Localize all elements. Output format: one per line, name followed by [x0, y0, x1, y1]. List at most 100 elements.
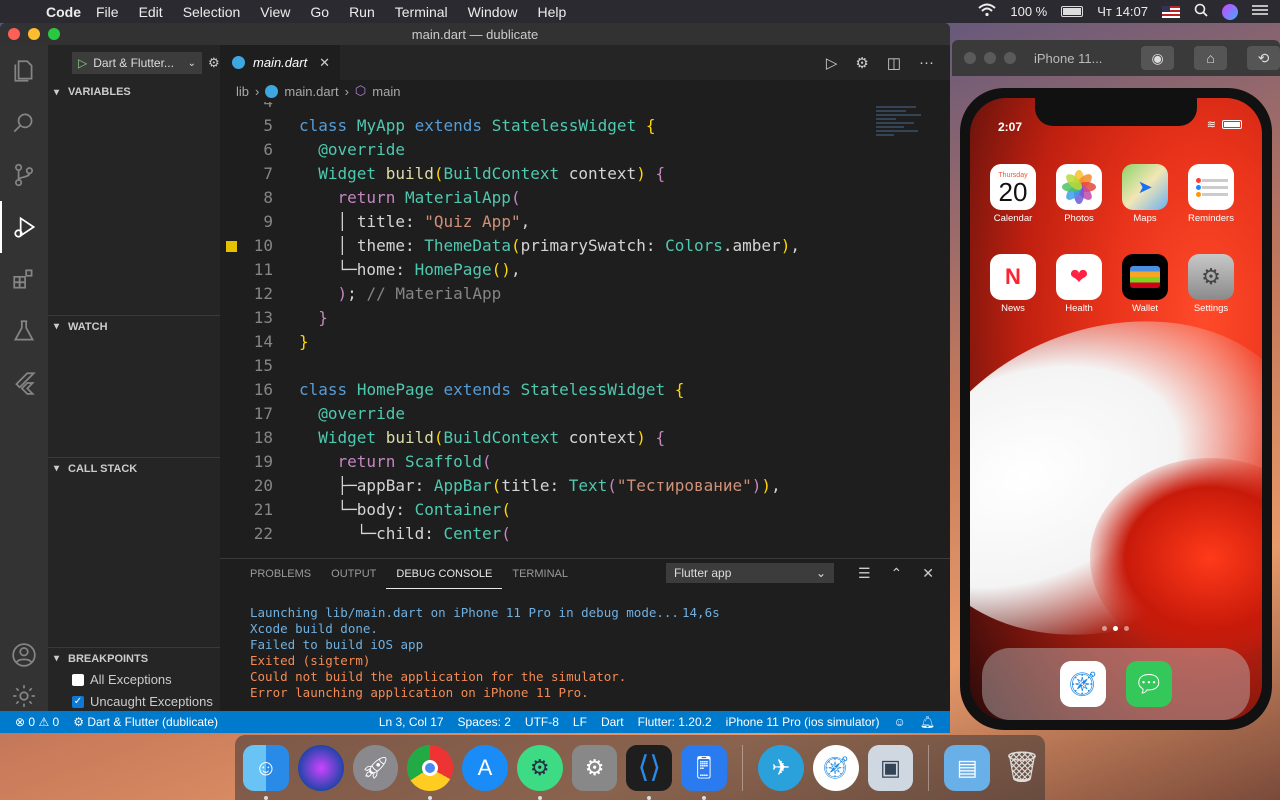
trash-icon[interactable]: 🗑︎ — [999, 745, 1045, 791]
checkbox-all-exceptions[interactable] — [72, 673, 84, 686]
app-reminders[interactable]: Reminders — [1188, 164, 1234, 224]
code-line[interactable]: 22 └─child: Center( — [220, 522, 870, 546]
feedback-icon[interactable]: ☺ — [887, 715, 913, 729]
code-line[interactable]: 6 @override — [220, 138, 870, 162]
app-store-icon[interactable]: A — [462, 744, 508, 791]
menu-help[interactable]: Help — [527, 4, 576, 20]
debug-config-select[interactable]: ▷ Dart & Flutter... ⌄ — [72, 52, 202, 74]
menu-terminal[interactable]: Terminal — [385, 4, 458, 20]
problems-status[interactable]: ⊗ 0 ⚠ 0 — [8, 715, 66, 729]
siri-icon[interactable] — [297, 744, 344, 791]
console-source-select[interactable]: Flutter app ⌄ — [666, 563, 834, 583]
code-line[interactable]: 20 ├─appBar: AppBar(title: Text("Тестиро… — [220, 474, 870, 498]
variables-section-header[interactable]: ▾ VARIABLES — [48, 81, 220, 103]
safari-compass-icon[interactable]: 🧭︎ — [1060, 661, 1106, 707]
indentation[interactable]: Spaces: 2 — [451, 715, 518, 729]
close-tab-icon[interactable]: ✕ — [319, 55, 330, 71]
notifications-bell-icon[interactable]: 🔔︎ — [913, 715, 942, 729]
breakpoint-uncaught-exceptions[interactable]: ✓ Uncaught Exceptions — [72, 694, 213, 709]
downloads-folder-icon[interactable]: ▤ — [944, 744, 991, 791]
breakpoint-marker[interactable] — [226, 241, 237, 252]
code-line[interactable]: 9 │ title: "Quiz App", — [220, 210, 870, 234]
code-line[interactable]: 15 — [220, 354, 870, 378]
vscode-icon[interactable]: ⟨⟩ — [626, 744, 673, 800]
panel-tab-output[interactable]: OUTPUT — [321, 559, 386, 589]
iphone-home-screen[interactable]: 2:07 ≋ Thursday 20 Calendar Photos ➤ Map… — [970, 98, 1262, 720]
checkbox-uncaught-exceptions[interactable]: ✓ — [72, 695, 84, 708]
run-file-icon[interactable]: ▷ — [826, 54, 838, 72]
call-stack-section-header[interactable]: ▾ CALL STACK — [48, 457, 220, 479]
messages-bubble-icon[interactable]: 💬︎ — [1126, 661, 1172, 707]
accounts-icon[interactable] — [0, 629, 48, 681]
app-health[interactable]: ❤ Health — [1056, 254, 1102, 314]
spotlight-search-icon[interactable] — [1194, 3, 1208, 20]
panel-tab-debug-console[interactable]: DEBUG CONSOLE — [386, 559, 503, 589]
page-indicator[interactable] — [1102, 626, 1129, 631]
start-debugging-icon[interactable]: ▷ — [78, 56, 87, 70]
sim-zoom-button[interactable] — [1004, 52, 1016, 64]
device-selector[interactable]: iPhone 11 Pro (ios simulator) — [719, 715, 887, 729]
search-icon[interactable] — [0, 97, 48, 149]
home-icon[interactable]: ⌂ — [1194, 46, 1228, 70]
code-line[interactable]: 4 — [220, 102, 870, 114]
code-line[interactable]: 21 └─body: Container( — [220, 498, 870, 522]
code-editor[interactable]: 4 5 class MyApp extends StatelessWidget {6… — [220, 102, 950, 558]
run-debug-icon[interactable] — [0, 201, 48, 253]
app-maps[interactable]: ➤ Maps — [1122, 164, 1168, 224]
code-line[interactable]: 14} — [220, 330, 870, 354]
cursor-position[interactable]: Ln 3, Col 17 — [372, 715, 451, 729]
control-center-icon[interactable] — [1252, 4, 1268, 19]
finder-icon[interactable]: ☺ — [243, 744, 289, 800]
app-news[interactable]: N News — [990, 254, 1036, 314]
code-line[interactable]: 19 return Scaffold( — [220, 450, 870, 474]
watch-section-header[interactable]: ▾ WATCH — [48, 315, 220, 337]
battery-icon[interactable] — [1061, 6, 1084, 17]
rotate-icon[interactable]: ⟲ — [1247, 46, 1280, 70]
more-actions-icon[interactable]: ··· — [919, 54, 934, 72]
debug-file-icon[interactable]: ⚙ — [855, 54, 868, 72]
code-line[interactable]: 10 │ theme: ThemeData(primarySwatch: Col… — [220, 234, 870, 258]
code-line[interactable]: 5 class MyApp extends StatelessWidget { — [220, 114, 870, 138]
close-panel-icon[interactable]: ✕ — [922, 565, 934, 582]
launchpad-rocket-icon[interactable]: 🚀︎ — [352, 744, 399, 791]
clear-console-icon[interactable]: ☰ — [858, 565, 871, 582]
code-line[interactable]: 11 └─home: HomePage(), — [220, 258, 870, 282]
battery-percent[interactable]: 100 % — [1010, 4, 1047, 19]
menu-view[interactable]: View — [250, 4, 300, 20]
zoom-window-button[interactable] — [48, 28, 60, 40]
settings-gear-icon[interactable] — [0, 681, 48, 711]
breadcrumb-folder[interactable]: lib — [236, 84, 249, 99]
sim-minimize-button[interactable] — [984, 52, 996, 64]
breakpoint-all-exceptions[interactable]: All Exceptions — [72, 672, 172, 687]
siri-icon[interactable] — [1222, 3, 1238, 20]
debug-settings-gear-icon[interactable]: ⚙ — [208, 55, 220, 71]
code-line[interactable]: 12 ); // MaterialApp — [220, 282, 870, 306]
encoding[interactable]: UTF-8 — [518, 715, 566, 729]
testing-flask-icon[interactable] — [0, 305, 48, 357]
close-window-button[interactable] — [8, 28, 20, 40]
maximize-panel-icon[interactable]: ⌃ — [891, 565, 903, 582]
preview-icon[interactable]: ▣ — [867, 744, 914, 791]
app-photos[interactable]: Photos — [1056, 164, 1102, 224]
line-endings[interactable]: LF — [566, 715, 594, 729]
code-line[interactable]: 18 Widget build(BuildContext context) { — [220, 426, 870, 450]
code-line[interactable]: 8 return MaterialApp( — [220, 186, 870, 210]
debug-status[interactable]: ⚙ Dart & Flutter (dublicate) — [66, 715, 225, 729]
code-line[interactable]: 17 @override — [220, 402, 870, 426]
xcode-simulator-icon[interactable]: 📱︎ — [681, 744, 728, 800]
flutter-icon[interactable] — [0, 357, 48, 409]
flutter-version[interactable]: Flutter: 1.20.2 — [631, 715, 719, 729]
panel-tab-problems[interactable]: PROBLEMS — [240, 559, 321, 589]
panel-tab-terminal[interactable]: TERMINAL — [502, 559, 578, 589]
source-control-icon[interactable] — [0, 149, 48, 201]
menu-go[interactable]: Go — [300, 4, 339, 20]
menu-edit[interactable]: Edit — [129, 4, 173, 20]
breadcrumb-file[interactable]: main.dart — [284, 84, 338, 99]
split-editor-icon[interactable]: ◫ — [887, 54, 901, 72]
safari-compass-icon[interactable]: 🧭︎ — [812, 744, 859, 791]
breakpoints-section-header[interactable]: ▾ BREAKPOINTS — [48, 647, 220, 669]
language-mode[interactable]: Dart — [594, 715, 631, 729]
input-source-flag-icon[interactable] — [1162, 5, 1180, 18]
code-line[interactable]: 7 Widget build(BuildContext context) { — [220, 162, 870, 186]
system-preferences-gear-icon[interactable]: ⚙ — [571, 744, 618, 791]
